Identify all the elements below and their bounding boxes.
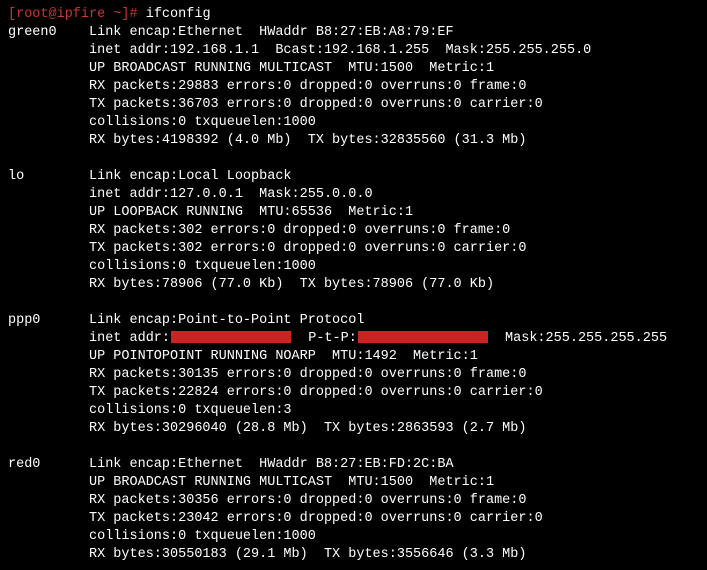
iface-detail: UP BROADCAST RUNNING MULTICAST MTU:1500 … [89,60,699,78]
iface-detail: RX packets:30135 errors:0 dropped:0 over… [89,366,699,384]
iface-detail: RX packets:29883 errors:0 dropped:0 over… [89,78,699,96]
spacer [8,150,699,168]
iface-detail: TX packets:302 errors:0 dropped:0 overru… [89,240,699,258]
iface-label: lo [8,168,89,186]
iface-label: green0 [8,24,89,42]
inet-addr-label: inet addr: [89,331,170,346]
iface-detail: RX bytes:78906 (77.0 Kb) TX bytes:78906 … [89,276,699,294]
iface-detail: collisions:0 txqueuelen:1000 [89,114,699,132]
iface-ppp0: ppp0Link encap:Point-to-Point Protocol [8,312,699,330]
redacted-ip [358,331,488,343]
iface-detail: TX packets:36703 errors:0 dropped:0 over… [89,96,699,114]
iface-label: red0 [8,456,89,474]
iface-detail: UP LOOPBACK RUNNING MTU:65536 Metric:1 [89,204,699,222]
spacer [8,438,699,456]
ptp-label: P-t-P: [292,331,357,346]
iface-red0: red0Link encap:Ethernet HWaddr B8:27:EB:… [8,456,699,474]
iface-detail: inet addr:127.0.0.1 Mask:255.0.0.0 [89,186,699,204]
iface-label: ppp0 [8,312,89,330]
shell-prompt: [root@ipfire ~]# [8,7,146,22]
iface-detail: collisions:0 txqueuelen:1000 [89,528,699,546]
terminal-output: [root@ipfire ~]# ifconfig green0Link enc… [8,6,699,564]
link-encap: Link encap:Point-to-Point Protocol [89,312,364,330]
iface-detail: TX packets:23042 errors:0 dropped:0 over… [89,510,699,528]
prompt-line: [root@ipfire ~]# ifconfig [8,6,699,24]
iface-detail: RX bytes:4198392 (4.0 Mb) TX bytes:32835… [89,132,699,150]
iface-detail: RX packets:302 errors:0 dropped:0 overru… [89,222,699,240]
spacer [8,294,699,312]
link-encap: Link encap:Local Loopback [89,168,292,186]
iface-detail: UP POINTOPOINT RUNNING NOARP MTU:1492 Me… [89,348,699,366]
iface-detail: collisions:0 txqueuelen:3 [89,402,699,420]
iface-green0: green0Link encap:Ethernet HWaddr B8:27:E… [8,24,699,42]
link-encap: Link encap:Ethernet HWaddr B8:27:EB:FD:2… [89,456,454,474]
iface-detail: RX bytes:30296040 (28.8 Mb) TX bytes:286… [89,420,699,438]
command-text: ifconfig [146,7,211,22]
mask-label: Mask:255.255.255.255 [489,331,667,346]
iface-detail: RX bytes:30550183 (29.1 Mb) TX bytes:355… [89,546,699,564]
redacted-ip [171,331,291,343]
iface-detail: inet addr: P-t-P: Mask:255.255.255.255 [89,330,699,348]
iface-detail: TX packets:22824 errors:0 dropped:0 over… [89,384,699,402]
iface-detail: RX packets:30356 errors:0 dropped:0 over… [89,492,699,510]
iface-detail: UP BROADCAST RUNNING MULTICAST MTU:1500 … [89,474,699,492]
iface-lo: loLink encap:Local Loopback [8,168,699,186]
link-encap: Link encap:Ethernet HWaddr B8:27:EB:A8:7… [89,24,454,42]
iface-detail: inet addr:192.168.1.1 Bcast:192.168.1.25… [89,42,699,60]
iface-detail: collisions:0 txqueuelen:1000 [89,258,699,276]
